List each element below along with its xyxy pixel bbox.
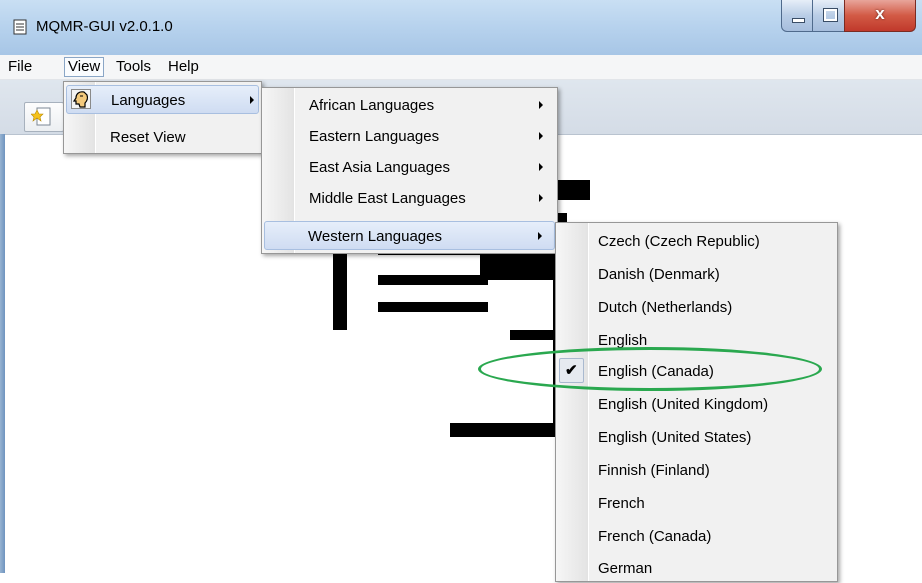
menu-item-western-languages[interactable]: Western Languages	[264, 221, 555, 250]
menu-item-middle-east-languages[interactable]: Middle East Languages	[264, 184, 555, 213]
menu-item-reset-view[interactable]: Reset View	[66, 123, 259, 152]
menu-item-french[interactable]: French	[558, 489, 835, 518]
menu-file[interactable]: File	[4, 57, 36, 77]
view-menu: Languages Reset View	[63, 81, 262, 154]
language-head-icon	[71, 89, 91, 109]
window-left-border	[0, 134, 5, 573]
submenu-arrow-icon	[539, 101, 543, 109]
menu-item-east-asia-languages[interactable]: East Asia Languages	[264, 153, 555, 182]
submenu-arrow-icon	[539, 194, 543, 202]
menu-item-languages[interactable]: Languages	[66, 85, 259, 114]
menu-item-english-uk[interactable]: English (United Kingdom)	[558, 390, 835, 419]
menu-item-german[interactable]: German	[558, 554, 835, 583]
menu-help[interactable]: Help	[164, 57, 203, 77]
submenu-arrow-icon	[539, 163, 543, 171]
western-languages-submenu: Czech (Czech Republic) Danish (Denmark) …	[555, 222, 838, 582]
menu-item-danish[interactable]: Danish (Denmark)	[558, 260, 835, 289]
menu-item-dutch[interactable]: Dutch (Netherlands)	[558, 293, 835, 322]
app-icon	[13, 19, 27, 35]
window-title: MQMR-GUI v2.0.1.0	[36, 18, 173, 35]
close-button[interactable]: x	[844, 0, 916, 32]
minimize-button[interactable]	[781, 0, 813, 32]
menu-item-finnish[interactable]: Finnish (Finland)	[558, 456, 835, 485]
maximize-button[interactable]	[812, 0, 845, 32]
submenu-arrow-icon	[538, 232, 542, 240]
menu-item-english-us[interactable]: English (United States)	[558, 423, 835, 452]
highlight-ellipse	[478, 347, 822, 391]
window-controls: x	[781, 0, 918, 34]
menu-view[interactable]: View	[64, 57, 105, 77]
menu-bar: File View Tools Help	[0, 55, 922, 80]
languages-submenu: African Languages Eastern Languages East…	[261, 87, 558, 254]
submenu-arrow-icon	[539, 132, 543, 140]
menu-item-african-languages[interactable]: African Languages	[264, 91, 555, 120]
submenu-arrow-icon	[250, 96, 254, 104]
close-icon: x	[875, 4, 885, 23]
menu-tools[interactable]: Tools	[112, 57, 155, 77]
menu-item-french-canada[interactable]: French (Canada)	[558, 522, 835, 551]
title-bar[interactable]: MQMR-GUI v2.0.1.0 x	[0, 0, 922, 55]
menu-item-eastern-languages[interactable]: Eastern Languages	[264, 122, 555, 151]
new-document-icon	[31, 107, 51, 126]
menu-item-czech[interactable]: Czech (Czech Republic)	[558, 227, 835, 256]
new-document-button[interactable]	[24, 102, 64, 132]
